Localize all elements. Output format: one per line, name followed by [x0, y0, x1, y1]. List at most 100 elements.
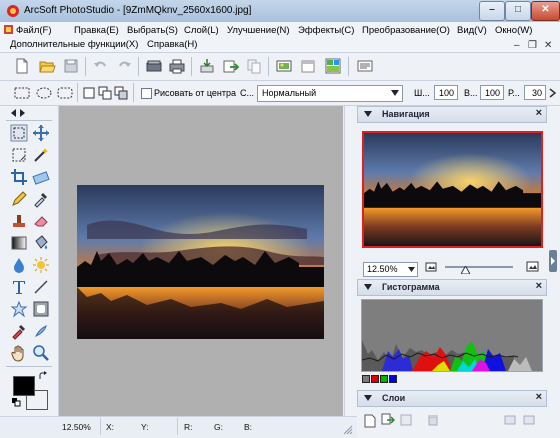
fill-bucket-tool-icon[interactable] — [32, 234, 50, 252]
menu-window[interactable]: Окно(W) — [495, 25, 532, 36]
collapse-triangle-icon[interactable] — [364, 395, 372, 401]
menu-effects[interactable]: Эффекты(C) — [298, 25, 354, 36]
zoom-in-icon[interactable] — [526, 261, 539, 272]
calendar-icon[interactable] — [299, 57, 317, 75]
chevron-right-icon[interactable] — [549, 88, 557, 98]
layer-options-icon[interactable] — [523, 414, 537, 426]
close-icon[interactable]: × — [536, 391, 542, 403]
slideshow-icon[interactable] — [275, 57, 293, 75]
close-icon[interactable]: × — [536, 280, 542, 292]
zoom-select[interactable]: 12.50% — [363, 262, 418, 277]
rect-select-icon[interactable] — [13, 86, 31, 100]
menu-transform[interactable]: Преобразование(O) — [362, 25, 450, 36]
collapse-triangle-icon[interactable] — [364, 284, 372, 290]
panel-collapse-tab[interactable] — [549, 250, 557, 272]
copy-icon[interactable] — [245, 57, 263, 75]
zoom-out-icon[interactable] — [425, 262, 437, 272]
layer-properties-icon[interactable] — [504, 414, 518, 426]
redo-icon[interactable] — [115, 57, 133, 75]
doc-menu-icon[interactable] — [4, 25, 13, 34]
swap-colors-icon[interactable] — [38, 371, 48, 381]
new-icon[interactable] — [13, 57, 31, 75]
move-tool-icon[interactable] — [32, 124, 50, 142]
layout-icon[interactable] — [324, 57, 342, 75]
close-button[interactable]: ✕ — [531, 1, 560, 21]
hand-tool-icon[interactable] — [10, 344, 28, 362]
toolbar-separator — [268, 57, 269, 76]
minimize-button[interactable]: – — [479, 1, 505, 21]
draw-from-center-checkbox[interactable] — [141, 88, 152, 99]
menu-help[interactable]: Справка(H) — [147, 39, 197, 50]
menu-select[interactable]: Выбрать(S) — [127, 25, 178, 36]
channel-blue-swatch[interactable] — [389, 375, 397, 383]
toolbox-arrows-icon[interactable] — [10, 109, 26, 117]
duplicate-layer-icon[interactable] — [381, 412, 395, 426]
document-image[interactable] — [77, 185, 324, 339]
print-icon[interactable] — [168, 57, 186, 75]
canvas-area[interactable] — [59, 106, 343, 416]
height-input[interactable]: 100 — [480, 85, 504, 100]
frame-tool-icon[interactable] — [32, 300, 50, 318]
export-icon[interactable] — [222, 57, 240, 75]
menu-layer[interactable]: Слой(L) — [184, 25, 219, 36]
collapse-triangle-icon[interactable] — [364, 111, 372, 117]
add-selection-icon[interactable] — [98, 86, 112, 100]
menu-edit[interactable]: Правка(E) — [74, 25, 119, 36]
doc-minimize-icon[interactable]: – — [514, 40, 520, 51]
subtract-selection-icon[interactable] — [114, 86, 128, 100]
delete-layer-icon[interactable] — [427, 414, 439, 426]
doc-restore-icon[interactable]: ❐ — [528, 40, 537, 51]
navigation-panel-header[interactable]: Навигация × — [357, 106, 547, 123]
scan-icon[interactable] — [145, 57, 163, 75]
crop-tool-icon[interactable] — [10, 168, 28, 186]
eyedropper-tool-icon[interactable] — [32, 190, 50, 208]
dodge-tool-icon[interactable] — [32, 256, 50, 274]
zoom-tool-icon[interactable] — [32, 344, 50, 362]
histogram-panel-header[interactable]: Гистограмма × — [357, 279, 547, 296]
text-tool-icon[interactable] — [10, 278, 28, 296]
channel-green-swatch[interactable] — [380, 375, 388, 383]
pencil-tool-icon[interactable] — [10, 190, 28, 208]
zoom-slider-thumb[interactable] — [461, 266, 470, 274]
straighten-tool-icon[interactable] — [32, 168, 50, 186]
crop-select-tool-icon[interactable] — [10, 146, 28, 164]
red-eye-tool-icon[interactable] — [10, 322, 28, 340]
shape-tool-icon[interactable] — [10, 300, 28, 318]
menu-view[interactable]: Вид(V) — [457, 25, 487, 36]
foreground-color-swatch[interactable] — [13, 376, 35, 396]
gradient-tool-icon[interactable] — [10, 234, 28, 252]
save-icon[interactable] — [62, 57, 80, 75]
blur-tool-icon[interactable] — [10, 256, 28, 274]
new-layer-icon[interactable] — [364, 414, 376, 428]
style-select[interactable]: Нормальный — [257, 85, 403, 102]
zoom-slider-track[interactable] — [445, 266, 513, 268]
default-colors-icon[interactable] — [12, 398, 21, 407]
eraser-tool-icon[interactable] — [32, 212, 50, 230]
ellipse-select-icon[interactable] — [35, 86, 53, 100]
rounded-select-icon[interactable] — [56, 86, 74, 100]
doc-close-icon[interactable]: ✕ — [544, 40, 552, 51]
stamp-tool-icon[interactable] — [10, 212, 28, 230]
open-icon[interactable] — [38, 57, 56, 75]
magic-wand-tool-icon[interactable] — [32, 146, 50, 164]
new-selection-icon[interactable] — [82, 86, 96, 100]
line-tool-icon[interactable] — [32, 278, 50, 296]
resize-grip-icon[interactable] — [343, 425, 353, 435]
smudge-tool-icon[interactable] — [32, 322, 50, 340]
undo-icon[interactable] — [92, 57, 110, 75]
marquee-tool-icon[interactable] — [10, 124, 28, 142]
channel-luminance-swatch[interactable] — [362, 375, 370, 383]
menu-extra[interactable]: Дополнительные функции(X) — [10, 39, 138, 50]
channel-red-swatch[interactable] — [371, 375, 379, 383]
import-icon[interactable] — [198, 57, 216, 75]
menu-file[interactable]: Файл(F) — [16, 25, 52, 36]
radius-input[interactable]: 30 — [524, 85, 546, 100]
menu-enhance[interactable]: Улучшение(N) — [227, 25, 290, 36]
maximize-button[interactable]: □ — [505, 1, 531, 21]
close-icon[interactable]: × — [536, 107, 542, 119]
settings-icon[interactable] — [356, 57, 374, 75]
layers-panel-header[interactable]: Слои × — [357, 390, 547, 407]
width-input[interactable]: 100 — [434, 85, 458, 100]
navigation-thumbnail[interactable] — [362, 131, 543, 248]
merge-layer-icon[interactable] — [400, 414, 412, 426]
